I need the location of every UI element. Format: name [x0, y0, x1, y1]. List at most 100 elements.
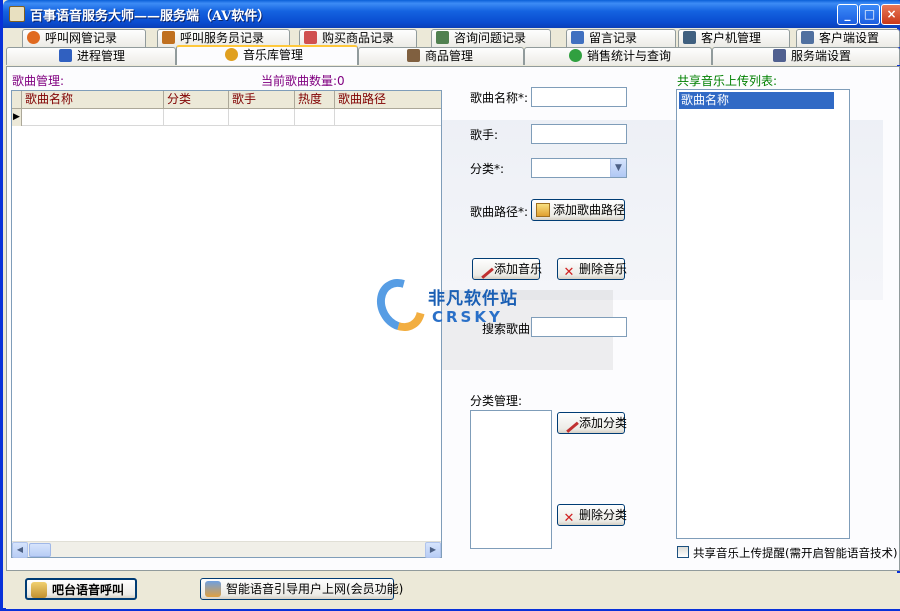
- button-label: 智能语音引导用户上网(会员功能): [226, 582, 404, 596]
- tab-label: 销售统计与查询: [587, 49, 672, 63]
- tab-label: 留言记录: [589, 31, 638, 45]
- column-header-category[interactable]: 分类: [164, 91, 229, 109]
- category-label: 分类*:: [470, 162, 505, 176]
- cart-icon: [304, 31, 317, 44]
- scroll-left-button[interactable]: ◀: [12, 542, 28, 558]
- bottom-bar: 吧台语音呼叫 智能语音引导用户上网(会员功能): [6, 573, 900, 609]
- chevron-down-icon[interactable]: ▼: [610, 159, 626, 177]
- button-label: 吧台语音呼叫: [52, 583, 125, 597]
- button-label: 删除音乐: [579, 262, 628, 276]
- tools-icon: [773, 49, 786, 62]
- song-name-input[interactable]: [531, 87, 627, 107]
- tab-client-management[interactable]: 客户机管理: [678, 29, 790, 47]
- tab-label: 购买商品记录: [322, 31, 395, 45]
- tabs-row-2: 进程管理 音乐库管理 商品管理 销售统计与查询 服务端设置: [6, 45, 900, 65]
- column-header-singer[interactable]: 歌手: [229, 91, 295, 109]
- horizontal-scrollbar[interactable]: ◀ ▶: [12, 541, 441, 558]
- watermark-logo: 非凡软件站 CRSKY: [367, 270, 528, 340]
- singer-label: 歌手:: [470, 128, 499, 142]
- tab-server-settings[interactable]: 服务端设置: [712, 47, 900, 65]
- cell-song-path[interactable]: [335, 109, 441, 126]
- tab-label: 呼叫服务员记录: [180, 31, 265, 45]
- tab-label: 客户端设置: [819, 31, 880, 45]
- scroll-thumb[interactable]: [29, 543, 51, 557]
- music-icon: [225, 48, 238, 61]
- tab-process-management[interactable]: 进程管理: [6, 47, 176, 65]
- tab-label: 咨询问题记录: [454, 31, 527, 45]
- tab-client-settings[interactable]: 客户端设置: [796, 29, 900, 47]
- tab-label: 音乐库管理: [243, 48, 304, 62]
- shared-upload-reminder-label: 共享音乐上传提醒(需开启智能语音技术): [693, 546, 898, 560]
- row-indicator-header: [12, 91, 22, 109]
- swirl-logo-icon: [367, 270, 435, 340]
- tab-label: 进程管理: [77, 49, 126, 63]
- maximize-button[interactable]: □: [859, 4, 880, 25]
- settings-icon: [801, 31, 814, 44]
- search-song-input[interactable]: [531, 317, 627, 337]
- song-name-label: 歌曲名称*:: [470, 91, 529, 105]
- category-select[interactable]: ▼: [531, 158, 627, 178]
- add-song-path-button[interactable]: 添加歌曲路径: [531, 199, 625, 221]
- category-list[interactable]: [470, 410, 552, 549]
- note-icon: [571, 31, 584, 44]
- bar-voice-call-button[interactable]: 吧台语音呼叫: [25, 578, 137, 600]
- table-row[interactable]: ▶: [12, 109, 441, 126]
- shared-music-list[interactable]: 歌曲名称: [676, 89, 850, 539]
- tab-goods-management[interactable]: 商品管理: [358, 47, 524, 65]
- tab-call-netadmin[interactable]: 呼叫网管记录: [22, 29, 146, 47]
- song-path-label: 歌曲路径*:: [470, 205, 529, 219]
- main-window: 百事语音服务大师——服务端（AV软件） _ □ × 呼叫网管记录 呼叫服务员记录…: [0, 0, 900, 611]
- title-bar[interactable]: 百事语音服务大师——服务端（AV软件） _ □ ×: [3, 0, 900, 28]
- column-header-song-name[interactable]: 歌曲名称: [22, 91, 164, 109]
- microphone-icon: [31, 582, 47, 598]
- column-header-popularity[interactable]: 热度: [295, 91, 335, 109]
- close-button[interactable]: ×: [881, 4, 900, 25]
- window-title: 百事语音服务大师——服务端（AV软件）: [30, 9, 271, 24]
- minimize-button[interactable]: _: [837, 4, 858, 25]
- song-table-header: 歌曲名称 分类 歌手 热度 歌曲路径: [12, 91, 441, 109]
- list-item[interactable]: 歌曲名称: [679, 92, 834, 109]
- tab-label: 客户机管理: [701, 31, 762, 45]
- goods-icon: [407, 49, 420, 62]
- pencil-icon: [559, 413, 579, 433]
- tab-music-library[interactable]: 音乐库管理: [176, 45, 358, 65]
- people-icon: [205, 581, 221, 597]
- tab-message-records[interactable]: 留言记录: [566, 29, 676, 47]
- tab-consult-records[interactable]: 咨询问题记录: [431, 29, 551, 47]
- singer-input[interactable]: [531, 124, 627, 144]
- tabs-row-1: 呼叫网管记录 呼叫服务员记录 购买商品记录 咨询问题记录 留言记录 客户机管理 …: [6, 29, 900, 47]
- shared-upload-reminder-checkbox[interactable]: [677, 546, 689, 558]
- delete-x-icon: ✕: [563, 265, 575, 280]
- tab-label: 商品管理: [425, 49, 474, 63]
- add-category-button[interactable]: 添加分类: [557, 412, 628, 434]
- shared-music-title: 共享音乐上传列表:: [677, 74, 778, 88]
- stats-icon: [569, 49, 582, 62]
- folder-icon: [536, 203, 550, 217]
- delete-music-button[interactable]: ✕ 删除音乐: [557, 258, 628, 280]
- tab-label: 呼叫网管记录: [45, 31, 118, 45]
- button-label: 添加分类: [579, 416, 628, 430]
- add-music-button[interactable]: 添加音乐: [472, 258, 542, 280]
- cell-popularity[interactable]: [295, 109, 335, 126]
- pencil-icon: [474, 259, 494, 279]
- voice-guide-button[interactable]: 智能语音引导用户上网(会员功能): [200, 578, 403, 600]
- check-icon: [59, 49, 72, 62]
- person-icon: [27, 31, 40, 44]
- watermark-text-cn: 非凡软件站: [428, 289, 518, 309]
- row-indicator: ▶: [12, 109, 22, 126]
- delete-category-button[interactable]: ✕ 删除分类: [557, 504, 628, 526]
- column-header-song-path[interactable]: 歌曲路径: [335, 91, 441, 109]
- waiter-icon: [162, 31, 175, 44]
- app-icon: [9, 6, 25, 22]
- button-label: 删除分类: [579, 508, 628, 522]
- tab-sales-stats[interactable]: 销售统计与查询: [524, 47, 712, 65]
- cell-singer[interactable]: [229, 109, 295, 126]
- cell-category[interactable]: [164, 109, 229, 126]
- cell-song-name[interactable]: [22, 109, 164, 126]
- scroll-right-button[interactable]: ▶: [425, 542, 441, 558]
- category-management-label: 分类管理:: [470, 394, 523, 408]
- delete-x-icon: ✕: [563, 511, 575, 526]
- tab-label: 服务端设置: [791, 49, 852, 63]
- button-label: 添加歌曲路径: [553, 203, 626, 217]
- computer-icon: [683, 31, 696, 44]
